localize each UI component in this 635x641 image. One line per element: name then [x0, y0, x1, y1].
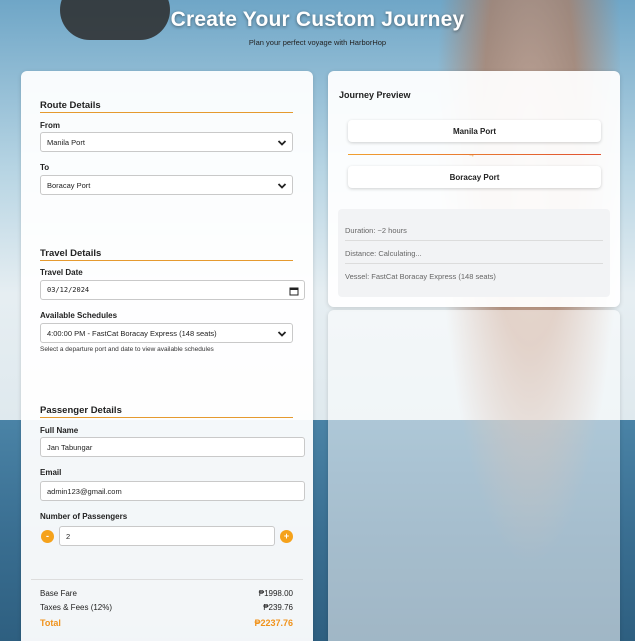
email-input[interactable]: admin123@gmail.com	[40, 481, 305, 501]
passenger-section-title: Passenger Details	[40, 405, 122, 416]
page-title: Create Your Custom Journey	[170, 8, 465, 31]
chevron-down-icon	[277, 140, 287, 146]
travel-date-label: Travel Date	[40, 268, 83, 277]
origin-port-label: Manila Port	[452, 126, 497, 136]
route-section-title: Route Details	[40, 100, 101, 111]
page-header: Create Your Custom Journey Plan your per…	[0, 8, 635, 47]
taxes-value: ₱239.76	[263, 603, 293, 612]
passengers-label: Number of Passengers	[40, 512, 128, 521]
info-divider	[345, 263, 603, 264]
destination-port-box: Boracay Port	[348, 166, 601, 188]
email-value: admin123@gmail.com	[47, 486, 122, 496]
preview-extra-panel	[328, 310, 620, 641]
to-select-value: Boracay Port	[47, 180, 91, 190]
chevron-down-icon	[277, 183, 287, 189]
preview-title: Journey Preview	[339, 90, 411, 100]
total-label: Total	[40, 618, 61, 628]
page-subtitle: Plan your perfect voyage with HarborHop	[248, 38, 387, 47]
taxes-row: Taxes & Fees (12%) ₱239.76	[40, 603, 293, 612]
decrement-passengers-button[interactable]: -	[41, 530, 54, 543]
distance-info: Distance: Calculating...	[345, 249, 422, 258]
route-arrow-icon: →	[468, 152, 475, 159]
schedule-select[interactable]: 4:00:00 PM - FastCat Boracay Express (14…	[40, 323, 293, 343]
from-select-value: Manila Port	[47, 137, 85, 147]
route-section-divider	[40, 112, 293, 113]
base-fare-label: Base Fare	[40, 589, 77, 598]
passengers-input[interactable]: 2	[59, 526, 275, 546]
base-fare-row: Base Fare ₱1998.00	[40, 589, 293, 598]
increment-passengers-button[interactable]: +	[280, 530, 293, 543]
schedule-select-value: 4:00:00 PM - FastCat Boracay Express (14…	[47, 328, 217, 338]
base-fare-value: ₱1998.00	[258, 589, 293, 598]
full-name-label: Full Name	[40, 426, 79, 435]
travel-section-title: Travel Details	[40, 248, 102, 259]
schedules-label: Available Schedules	[40, 311, 118, 320]
travel-date-input[interactable]: 03/12/2024	[40, 280, 305, 300]
schedule-hint: Select a departure port and date to view…	[40, 346, 214, 353]
origin-port-box: Manila Port	[348, 120, 601, 142]
travel-date-value: 03/12/2024	[47, 286, 90, 294]
total-value: ₱2237.76	[254, 618, 293, 628]
total-row: Total ₱2237.76	[40, 618, 293, 628]
email-label: Email	[40, 468, 62, 477]
full-name-input[interactable]: Jan Tabungar	[40, 437, 305, 457]
duration-info: Duration: ~2 hours	[345, 226, 407, 235]
info-divider	[345, 240, 603, 241]
journey-form-card: Route Details From Manila Port To Boraca…	[21, 71, 313, 641]
from-label: From	[40, 121, 60, 130]
vessel-info: Vessel: FastCat Boracay Express (148 sea…	[345, 272, 496, 281]
from-select[interactable]: Manila Port	[40, 132, 293, 152]
full-name-value: Jan Tabungar	[47, 442, 93, 452]
journey-preview-card: Journey Preview Manila Port → Boracay Po…	[328, 71, 620, 307]
journey-info-box: Duration: ~2 hours Distance: Calculating…	[338, 209, 610, 297]
travel-section-divider	[40, 260, 293, 261]
to-label: To	[40, 163, 50, 172]
calendar-icon[interactable]	[289, 286, 299, 296]
chevron-down-icon	[277, 331, 287, 337]
passenger-section-divider	[40, 417, 293, 418]
taxes-label: Taxes & Fees (12%)	[40, 603, 113, 612]
to-select[interactable]: Boracay Port	[40, 175, 293, 195]
pricing-divider	[31, 579, 303, 580]
destination-port-label: Boracay Port	[449, 172, 500, 182]
passengers-value: 2	[66, 531, 71, 541]
